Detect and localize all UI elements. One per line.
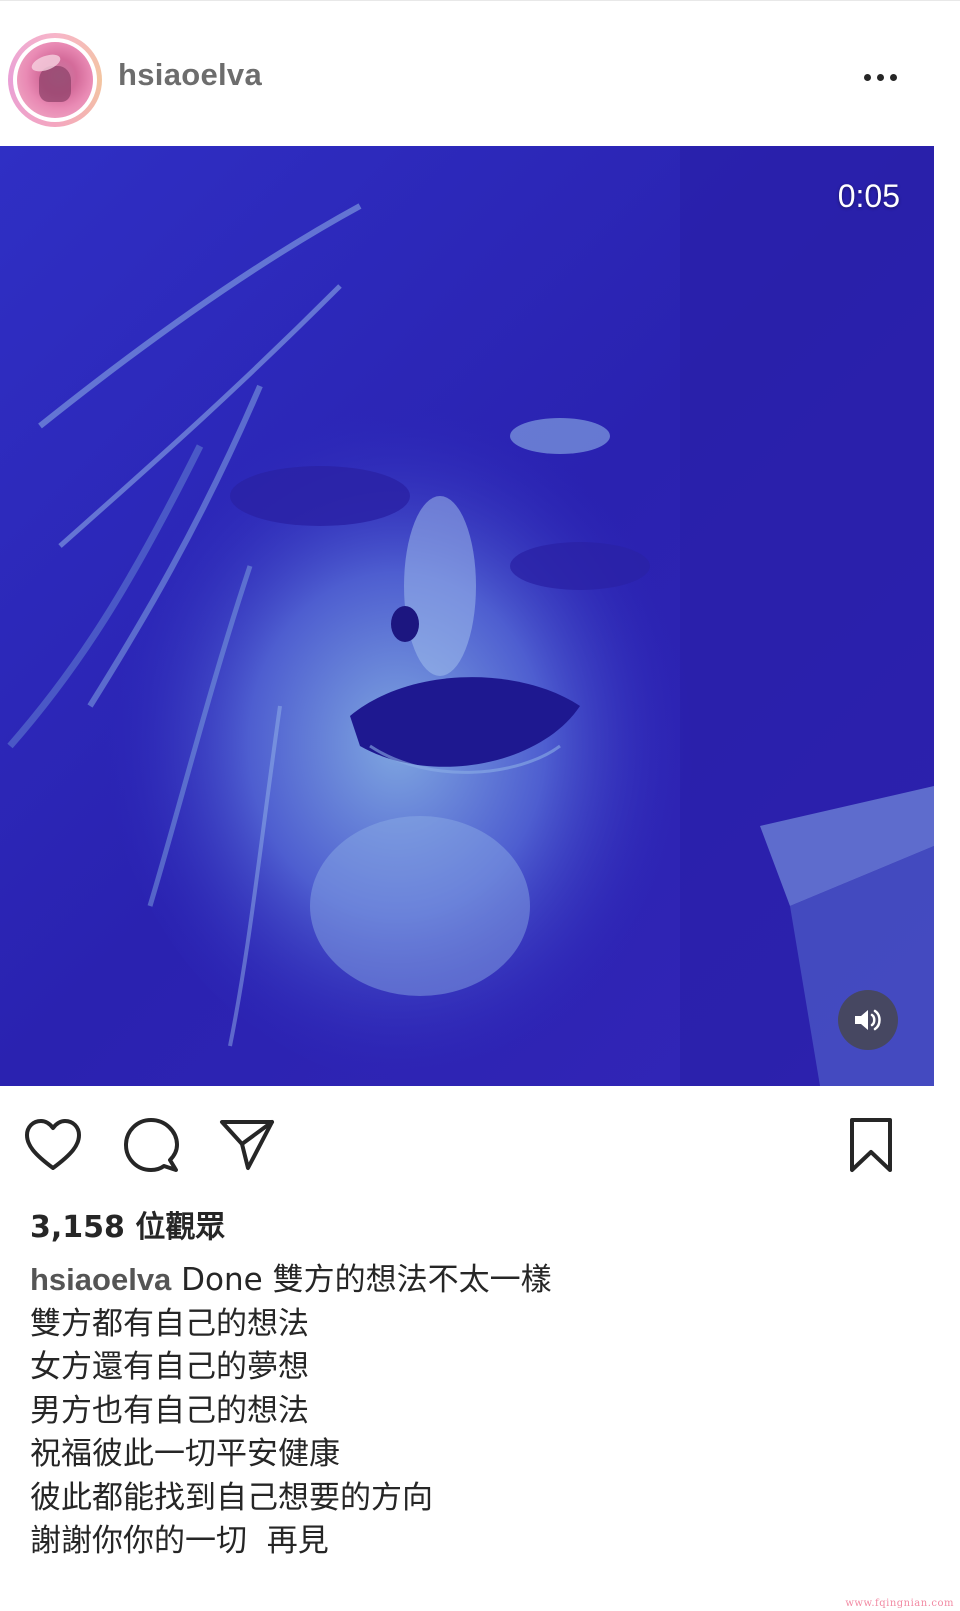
story-ring[interactable] (8, 33, 102, 127)
site-watermark: www.fqingnian.com (845, 1598, 954, 1609)
video-timestamp: 0:05 (837, 178, 900, 214)
caption-line: 祝福彼此一切平安健康 (30, 1436, 340, 1472)
more-options-button[interactable] (852, 59, 908, 95)
post-header: hsiaoelva (0, 0, 960, 146)
caption-line: 彼此都能找到自己想要的方向 (30, 1479, 433, 1516)
caption-username-link[interactable]: hsiaoelva (30, 1262, 171, 1297)
more-dots-icon (863, 73, 871, 81)
action-bar (0, 1100, 960, 1190)
caption-line: 女方還有自己的夢想 (30, 1349, 309, 1385)
caption-first-line: hsiaoelva Done 雙方的想法不太一樣 (30, 1258, 930, 1303)
video-frame (0, 146, 934, 1086)
bookmark-icon[interactable] (842, 1116, 900, 1174)
caption-text: Done 雙方的想法不太一樣 (171, 1262, 552, 1298)
paper-plane-icon[interactable] (218, 1116, 276, 1172)
caption-line: 雙方都有自己的想法 (30, 1305, 309, 1342)
caption-line: 男方也有自己的想法 (30, 1392, 309, 1429)
volume-button[interactable] (838, 990, 898, 1050)
view-count[interactable]: 3,158 位觀眾 (30, 1202, 225, 1246)
caption-line: 謝謝你你的一切 再見 (30, 1523, 329, 1559)
post-caption: hsiaoelva Done 雙方的想法不太一樣 雙方都有自己的想法 女方還有自… (30, 1258, 930, 1564)
video-player[interactable]: 0:05 (0, 146, 934, 1086)
heart-icon[interactable] (24, 1118, 82, 1172)
volume-on-icon (855, 1009, 881, 1031)
username-link[interactable]: hsiaoelva (118, 57, 262, 93)
avatar[interactable] (17, 42, 93, 118)
comment-bubble-icon[interactable] (122, 1116, 180, 1174)
